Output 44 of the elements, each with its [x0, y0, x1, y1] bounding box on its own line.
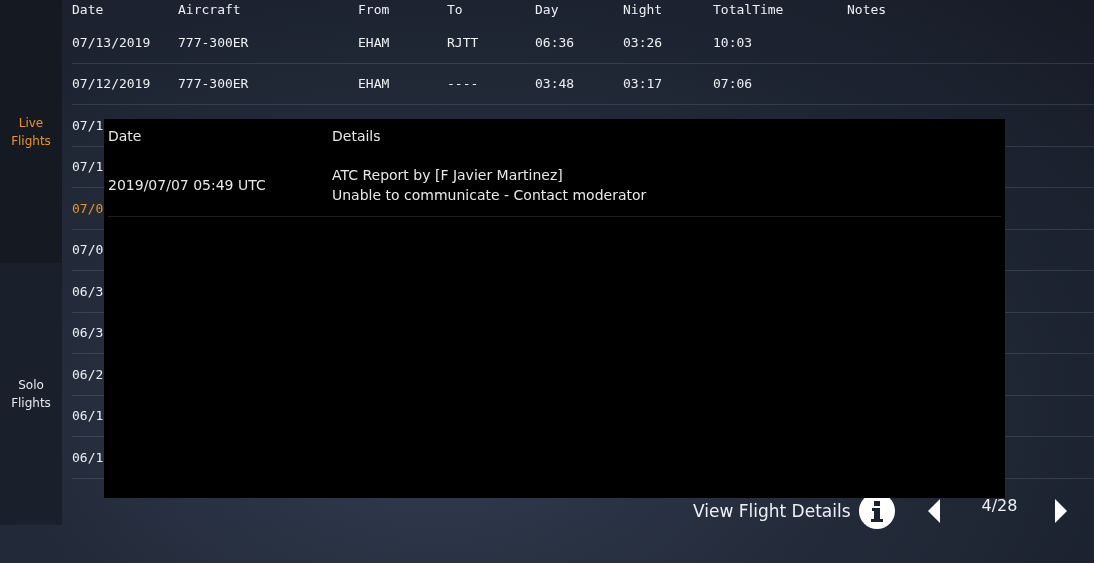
- table-cell: 07/0: [72, 242, 104, 258]
- table-cell: EHAM: [358, 34, 390, 50]
- table-cell: 07/1: [72, 117, 104, 133]
- table-cell: 06/3: [72, 283, 104, 299]
- column-header: Notes: [847, 2, 887, 17]
- table-cell: 07/12/2019: [72, 76, 151, 92]
- sidebar-item[interactable]: Live Flights: [3, 113, 59, 150]
- table-cell: 03:48: [535, 76, 575, 92]
- column-header: Day: [535, 2, 559, 17]
- table-cell: 03:26: [623, 34, 663, 50]
- table-cell: 777-300ER: [178, 34, 249, 50]
- table-row[interactable]: 07/12/2019 777-300ER EHAM ---- 03:48 03:17 07:06: [72, 63, 1094, 105]
- column-header: Date: [72, 2, 104, 17]
- table-cell: RJTT: [447, 34, 479, 50]
- column-header: Details: [332, 128, 381, 144]
- next-page-arrow-icon[interactable]: [1053, 497, 1068, 524]
- table-cell: 07/0: [72, 200, 104, 216]
- column-header: TotalTime: [713, 2, 784, 17]
- report-detail: Unable to communicate - Contact moderator: [332, 185, 647, 205]
- column-header: From: [358, 2, 390, 17]
- table-cell: 07/13/2019: [72, 34, 151, 50]
- table-cell: 03:17: [623, 76, 663, 92]
- view-flight-details-label: View Flight Details: [693, 500, 851, 521]
- table-cell: 06:36: [535, 34, 575, 50]
- table-cell: 10:03: [713, 34, 753, 50]
- table-cell: 06/3: [72, 325, 104, 341]
- table-cell: 07:06: [713, 76, 753, 92]
- table-cell: 777-300ER: [178, 76, 249, 92]
- table-cell: 06/1: [72, 408, 104, 424]
- table-cell: 06/1: [72, 449, 104, 465]
- table-cell: EHAM: [358, 76, 390, 92]
- page-indicator: 4/28: [981, 496, 1019, 515]
- column-header: Aircraft: [178, 2, 241, 17]
- table-cell: 06/2: [72, 366, 104, 382]
- report-date: 2019/07/07 05:49 UTC: [108, 176, 267, 193]
- sidebar-item[interactable]: Solo Flights: [3, 376, 59, 412]
- table-cell: 07/1: [72, 159, 104, 175]
- table-row[interactable]: 07/13/2019 777-300ER EHAM RJTT 06:36 03:26 10:03: [72, 22, 1094, 64]
- report-detail: ATC Report by [F Javier Martinez]: [332, 165, 564, 185]
- table-cell: ----: [447, 76, 479, 92]
- column-header: To: [447, 2, 463, 17]
- previous-page-arrow-icon[interactable]: [926, 497, 941, 524]
- column-header: Date: [108, 128, 143, 144]
- column-header: Night: [623, 2, 663, 17]
